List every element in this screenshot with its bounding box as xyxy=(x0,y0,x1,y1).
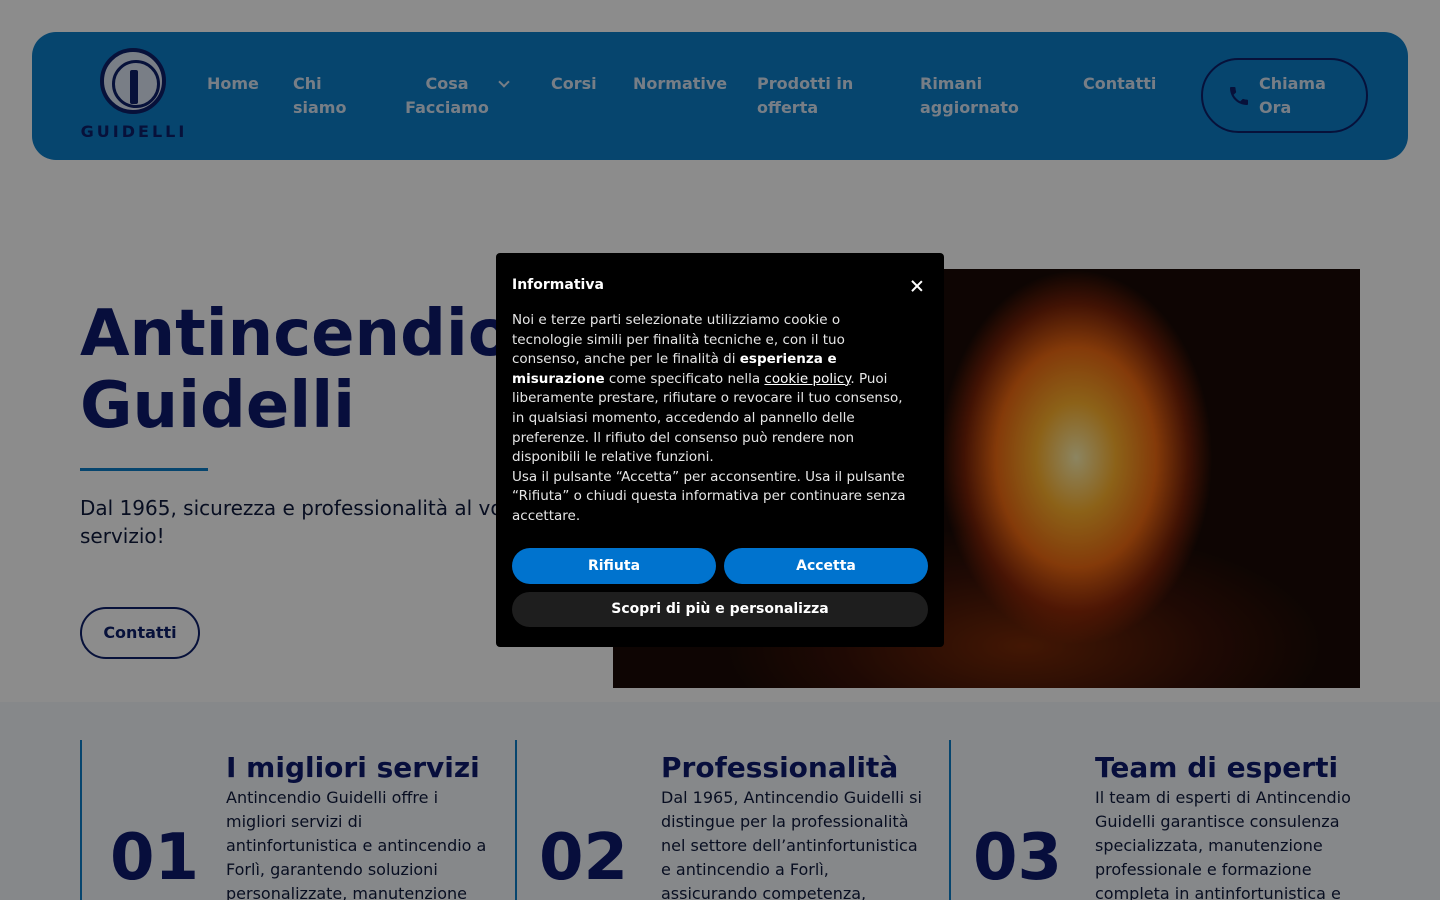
customize-button[interactable]: Scopri di più e personalizza xyxy=(512,592,928,627)
reject-button[interactable]: Rifiuta xyxy=(512,548,716,584)
close-icon[interactable] xyxy=(908,277,926,295)
cookie-text: Noi e terze parti selezionate utilizziam… xyxy=(512,311,912,527)
cookie-text-part: come specificato nella xyxy=(604,370,765,387)
page: GUIDELLI Home Chi siamo Cosa Facciamo Co… xyxy=(0,0,1440,900)
cookie-text-part: Usa il pulsante “Accetta” per acconsenti… xyxy=(512,468,906,524)
cookie-title: Informativa xyxy=(512,277,604,293)
cookie-dialog: Informativa Noi e terze parti selezionat… xyxy=(496,253,944,647)
accept-button[interactable]: Accetta xyxy=(724,548,928,584)
cookie-policy-link[interactable]: cookie policy xyxy=(764,371,850,387)
